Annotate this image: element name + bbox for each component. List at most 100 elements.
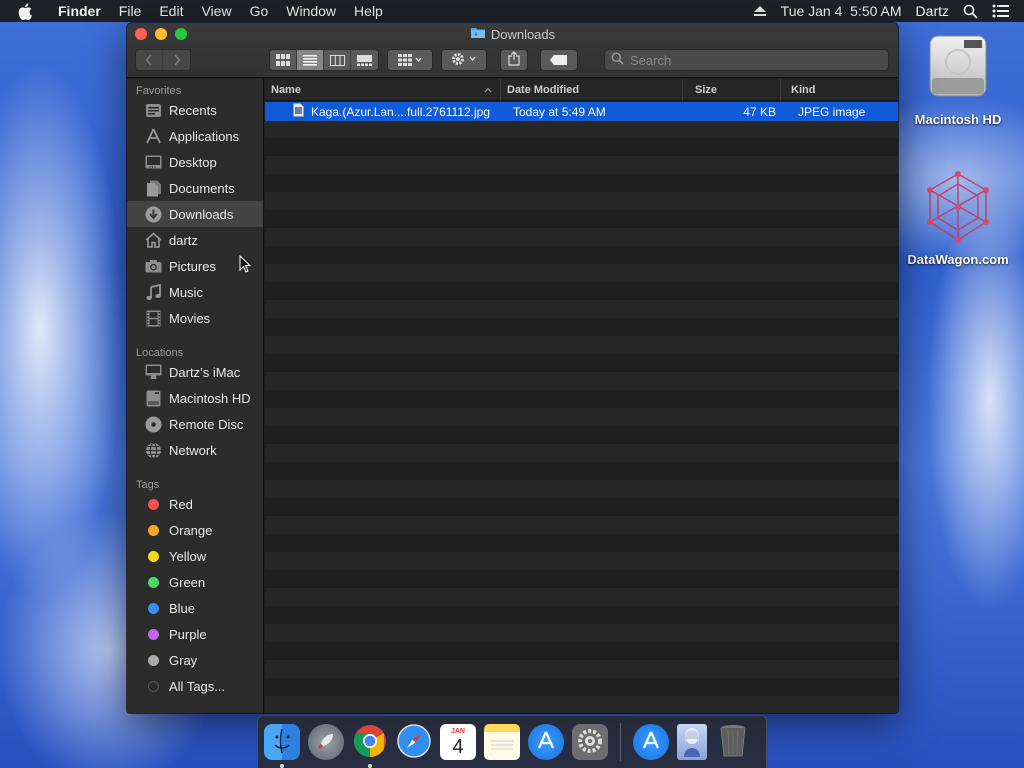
sidebar-tag-purple[interactable]: Purple <box>127 621 263 647</box>
sidebar-item-downloads[interactable]: Downloads <box>127 201 263 227</box>
menu-window[interactable]: Window <box>277 3 345 19</box>
back-button[interactable] <box>136 50 163 70</box>
sidebar-item-recents[interactable]: Recents <box>127 97 263 123</box>
column-header-label: Size <box>695 83 718 96</box>
sort-ascending-icon <box>484 84 492 96</box>
sidebar-item-movies[interactable]: Movies <box>127 305 263 331</box>
tag-color-dot <box>148 680 159 692</box>
forward-button[interactable] <box>163 50 190 70</box>
edit-tags-button[interactable] <box>540 49 578 71</box>
menu-go[interactable]: Go <box>241 3 278 19</box>
column-header-label: Name <box>271 83 301 96</box>
sidebar-item-macintosh-hd[interactable]: Macintosh HD <box>127 385 263 411</box>
window-titlebar[interactable]: Downloads <box>127 23 898 78</box>
tag-color-dot <box>148 524 159 536</box>
music-note-icon <box>145 283 162 301</box>
table-row[interactable]: Kaga.(Azur.Lan....full.2761112.jpg Today… <box>265 102 898 121</box>
spotlight-icon[interactable] <box>963 4 978 19</box>
menu-app-finder[interactable]: Finder <box>54 3 110 19</box>
column-header-kind[interactable]: Kind <box>781 79 898 101</box>
sidebar-tag-all-tags[interactable]: All Tags... <box>127 673 263 699</box>
sidebar-item-label: Green <box>169 574 206 590</box>
documents-icon <box>145 180 162 197</box>
search-icon <box>611 52 624 68</box>
sidebar-item-documents[interactable]: Documents <box>127 175 263 201</box>
film-icon <box>145 310 162 327</box>
sidebar-item-label: Gray <box>169 652 198 668</box>
column-header-label: Kind <box>791 83 816 96</box>
sidebar-item-desktop[interactable]: Desktop <box>127 149 263 175</box>
group-button[interactable] <box>387 49 433 71</box>
dock-launchpad[interactable] <box>308 724 344 760</box>
sidebar-tag-gray[interactable]: Gray <box>127 647 263 673</box>
menu-view[interactable]: View <box>192 3 240 19</box>
sidebar-item-applications[interactable]: Applications <box>127 123 263 149</box>
search-field[interactable] <box>604 49 889 71</box>
icon-view-button[interactable] <box>270 50 297 70</box>
sidebar-tag-green[interactable]: Green <box>127 569 263 595</box>
sidebar-item-music[interactable]: Music <box>127 279 263 305</box>
dock-chrome[interactable] <box>352 724 388 768</box>
file-rows: Kaga.(Azur.Lan....full.2761112.jpg Today… <box>265 102 898 713</box>
applications-icon <box>145 128 162 145</box>
search-input[interactable] <box>630 52 870 68</box>
tag-color-dot <box>148 550 159 562</box>
globe-icon <box>145 442 162 459</box>
disc-icon <box>145 416 162 433</box>
column-header-name[interactable]: Name <box>265 78 501 101</box>
sidebar-item-label: Yellow <box>169 548 207 564</box>
notification-center-icon[interactable] <box>992 4 1010 18</box>
sidebar-item-label: Blue <box>169 600 196 616</box>
share-icon <box>508 51 520 69</box>
sidebar-item-label: Documents <box>169 180 235 196</box>
column-header-date[interactable]: Date Modified <box>501 78 683 101</box>
eject-icon[interactable] <box>753 5 767 17</box>
dock-system-preferences[interactable] <box>572 724 608 760</box>
menubar-user[interactable]: Dartz <box>916 3 949 19</box>
sidebar-item-remote-disc[interactable]: Remote Disc <box>127 411 263 437</box>
image-thumbnail-icon <box>680 725 704 760</box>
menu-edit[interactable]: Edit <box>150 3 192 19</box>
sidebar-item-network[interactable]: Network <box>127 437 263 463</box>
dock-image-preview[interactable] <box>677 724 707 760</box>
list-view-button[interactable] <box>297 50 324 70</box>
sidebar-item-label: Purple <box>169 626 207 642</box>
calendar-month: JAN <box>450 727 465 735</box>
jpeg-file-icon <box>293 103 304 120</box>
menubar-clock[interactable]: Tue Jan 4 5:50 AM <box>781 3 902 19</box>
action-menu-button[interactable] <box>441 49 487 71</box>
gallery-view-button[interactable] <box>351 50 378 70</box>
apple-menu-icon[interactable] <box>18 2 40 20</box>
sidebar-item-label: All Tags... <box>169 678 226 694</box>
window-title: Downloads <box>127 26 898 42</box>
sidebar-tag-yellow[interactable]: Yellow <box>127 543 263 569</box>
dock-safari[interactable] <box>396 723 432 760</box>
desktop-icon-macintosh-hd[interactable]: Macintosh HD <box>903 32 1013 127</box>
sidebar-item-dartz[interactable]: dartz <box>127 227 263 253</box>
dock: JAN 4 <box>257 715 767 768</box>
dock-finder[interactable] <box>264 724 300 768</box>
dock-calendar[interactable]: JAN 4 <box>440 724 476 760</box>
sidebar: Favorites Recents Applications Desktop D… <box>127 79 264 713</box>
sidebar-item-imac[interactable]: Dartz’s iMac <box>127 359 263 385</box>
finder-window: Downloads Search Favorites Recents Appli… <box>127 23 898 713</box>
file-date: Today at 5:49 AM <box>513 104 606 119</box>
downloads-icon <box>145 206 162 223</box>
sidebar-tag-red[interactable]: Red <box>127 491 263 517</box>
dock-trash[interactable] <box>715 724 751 760</box>
dock-app-store[interactable] <box>528 724 564 760</box>
sidebar-item-label: Orange <box>169 522 213 538</box>
column-header-row: Name Date Modified Size Kind <box>265 78 898 101</box>
sidebar-tag-orange[interactable]: Orange <box>127 517 263 543</box>
menu-help[interactable]: Help <box>345 3 392 19</box>
dock-app-store-download[interactable] <box>633 724 669 760</box>
menu-file[interactable]: File <box>110 3 151 19</box>
desktop-icon-datawagon[interactable]: DataWagon.com <box>903 168 1013 267</box>
dock-notes[interactable] <box>484 724 520 760</box>
sidebar-item-label: Movies <box>169 310 211 326</box>
sidebar-item-label: Red <box>169 496 193 512</box>
column-view-button[interactable] <box>324 50 351 70</box>
column-header-size[interactable]: Size <box>683 78 781 101</box>
share-button[interactable] <box>500 49 528 71</box>
sidebar-tag-blue[interactable]: Blue <box>127 595 263 621</box>
